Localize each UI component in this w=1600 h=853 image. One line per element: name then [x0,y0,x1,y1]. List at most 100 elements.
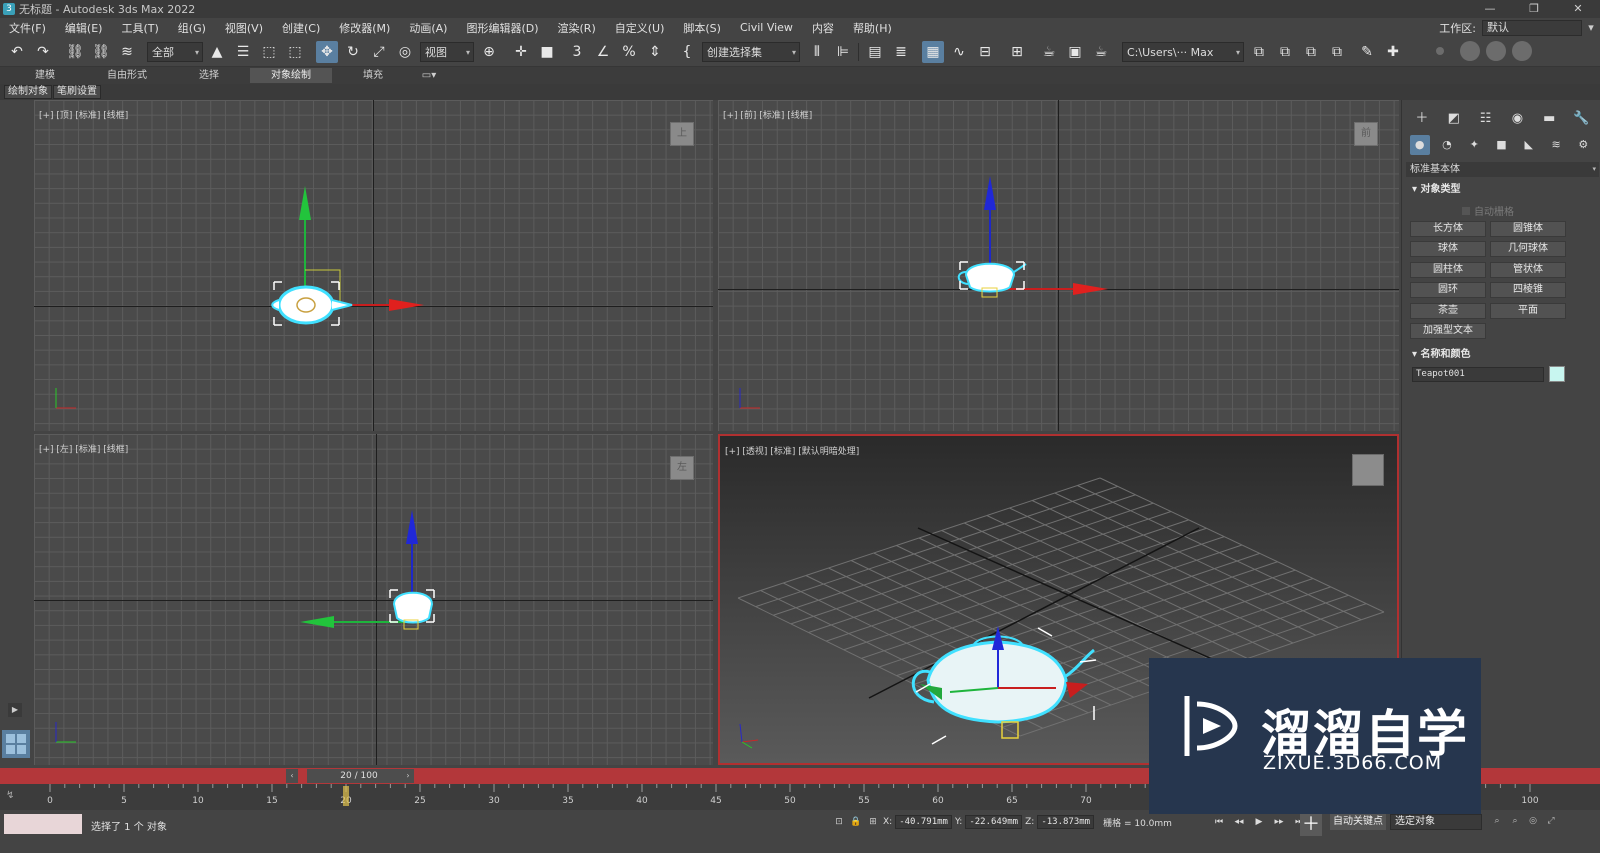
lock-selection-icon[interactable]: 🔒 [849,817,863,827]
geometry-icon[interactable]: ● [1409,135,1430,155]
menu-scripting[interactable]: 脚本(S) [674,20,731,36]
create-tab-icon[interactable]: ＋ [1411,108,1433,130]
zoom-all-icon[interactable]: ⌕ [1508,814,1522,828]
next-frame-icon[interactable]: › [402,769,414,783]
restore-button[interactable]: ❐ [1512,0,1556,18]
keyboard-shortcut-override-icon[interactable]: ■ [536,41,558,63]
menu-group[interactable]: 组(G) [169,20,216,36]
lights-icon[interactable]: ✦ [1464,135,1484,155]
render-production-icon[interactable]: ☕ [1090,41,1112,63]
select-manipulate-icon[interactable]: ✛ [510,41,532,63]
menu-help[interactable]: 帮助(H) [844,20,902,36]
key-filter-dropdown[interactable]: 选定对象 [1390,814,1482,830]
select-and-place-icon[interactable]: ◎ [394,41,416,63]
select-and-rotate-icon[interactable]: ↻ [342,41,364,63]
display-tab-icon[interactable]: ▬ [1538,108,1560,130]
mirror-icon[interactable]: ⫴ [806,41,828,63]
modify-tab-icon[interactable]: ◩ [1443,108,1465,130]
ribbon-tab-freeform[interactable]: 自由形式 [86,68,168,83]
chevron-down-icon[interactable]: ▾ [1582,21,1600,34]
geometry-category-dropdown[interactable]: 标准基本体 ▾ [1406,162,1599,177]
menu-create[interactable]: 创建(C) [273,20,330,36]
schematic-view-icon[interactable]: ⊟ [974,41,996,63]
project-folder-dropdown[interactable]: C:\Users\··· Max 2022▾ [1122,42,1244,79]
time-slider-frame[interactable]: 20 / 100 [307,769,411,783]
menu-customize[interactable]: 自定义(U) [606,20,675,36]
select-and-move-icon[interactable]: ✥ [316,41,338,63]
reference-coordinate-dropdown[interactable]: 视图 ▾ [420,42,474,62]
maximize-viewport-icon[interactable]: ⤢ [1544,814,1558,828]
menu-edit[interactable]: 编辑(E) [56,20,113,36]
expand-arrow-icon[interactable]: ▶ [8,703,22,717]
current-frame-marker[interactable] [343,786,349,806]
orbit-icon[interactable]: ◎ [1526,814,1540,828]
snaps-toggle-icon[interactable]: 3 [566,41,588,63]
window-crossing-icon[interactable]: ⬚ [284,41,306,63]
autogrid-checkbox[interactable]: 自动栅格 [1462,203,1514,218]
named-selection-dropdown[interactable]: 创建选择集 ▾ [702,42,800,62]
plane-button[interactable]: 平面 [1490,303,1566,319]
maxscript-listener[interactable] [4,814,82,834]
menu-rendering[interactable]: 渲染(R) [549,20,606,36]
previous-frame-icon[interactable]: ◂◂ [1230,814,1248,830]
viewport-left[interactable]: [+] [左] [标准] [线框] 左 [34,434,713,765]
paint-objects-panel[interactable]: 绘制对象 [4,85,52,99]
select-object-icon[interactable]: ▲ [206,41,228,63]
close-button[interactable]: ✕ [1556,0,1600,18]
object-type-rollout[interactable]: ▾ 对象类型 [1406,183,1599,197]
absolute-mode-icon[interactable]: ⊞ [866,817,880,827]
space-warps-icon[interactable]: ≋ [1546,135,1566,155]
y-coordinate-field[interactable]: -22.649mm [965,815,1023,829]
object-name-field[interactable]: Teapot001 [1412,367,1544,382]
project-settings-icon[interactable]: ⧉ [1326,41,1348,63]
minimize-button[interactable]: — [1468,0,1512,18]
pivot-center-icon[interactable]: ⊕ [478,41,500,63]
x-coordinate-field[interactable]: -40.791mm [895,815,952,829]
scene-explorer-icon[interactable]: ▤ [864,41,886,63]
menu-views[interactable]: 视图(V) [216,20,273,36]
rendered-frame-window-icon[interactable]: ▣ [1064,41,1086,63]
angle-snap-icon[interactable]: ∠ [592,41,614,63]
cameras-icon[interactable]: ■ [1491,135,1511,155]
motion-tab-icon[interactable]: ◉ [1506,108,1528,130]
pyramid-button[interactable]: 四棱锥 [1490,282,1566,298]
brush-settings-panel[interactable]: 笔刷设置 [53,85,101,99]
isolate-selection-icon[interactable]: ⊡ [832,817,846,827]
name-color-rollout[interactable]: ▾ 名称和颜色 [1406,348,1599,362]
tube-button[interactable]: 管状体 [1490,262,1566,278]
edit-named-selection-icon[interactable]: { [676,41,698,63]
workspace-dropdown[interactable]: 默认 [1482,19,1582,36]
rectangular-selection-icon[interactable]: ⬚ [258,41,280,63]
paint-brush-icon[interactable]: ✎ [1356,41,1378,63]
sphere-button[interactable]: 球体 [1410,241,1486,257]
menu-animation[interactable]: 动画(A) [400,20,457,36]
next-frame-icon[interactable]: ▸▸ [1270,814,1288,830]
menu-graph-editors[interactable]: 图形编辑器(D) [457,20,548,36]
helpers-icon[interactable]: ◣ [1519,135,1539,155]
go-to-start-icon[interactable]: ⏮ [1210,814,1228,830]
link-icon[interactable]: ⛓ [64,41,86,63]
zoom-icon[interactable]: ⌕ [1490,814,1504,828]
project-open-icon[interactable]: ⧉ [1248,41,1270,63]
viewport-front[interactable]: [+] [前] [标准] [线框] 前 [718,100,1399,431]
ribbon-toggle-icon[interactable]: ▦ [922,41,944,63]
cylinder-button[interactable]: 圆柱体 [1410,262,1486,278]
select-and-scale-icon[interactable]: ⤢ [368,41,390,63]
auto-key-button[interactable]: 自动关键点 [1330,814,1386,830]
box-button[interactable]: 长方体 [1410,221,1486,237]
menu-file[interactable]: 文件(F) [0,20,56,36]
ribbon-tab-object-paint[interactable]: 对象绘制 [250,68,332,83]
add-node-icon[interactable]: ✚ [1382,41,1404,63]
torus-button[interactable]: 圆环 [1410,282,1486,298]
menu-content[interactable]: 内容 [803,20,844,36]
ribbon-options-icon[interactable]: ▭▾ [414,68,444,83]
cone-button[interactable]: 圆锥体 [1490,221,1566,237]
select-by-name-icon[interactable]: ☰ [232,41,254,63]
project-create-icon[interactable]: ⧉ [1274,41,1296,63]
set-key-button[interactable]: ＋ [1300,814,1322,836]
curve-editor-icon[interactable]: ∿ [948,41,970,63]
curve-editor-toggle-icon[interactable]: ↯ [6,790,14,801]
viewport-top[interactable]: [+] [顶] [标准] [线框] 上 [34,100,713,431]
selection-filter-dropdown[interactable]: 全部 ▾ [147,42,203,62]
ribbon-tab-selection[interactable]: 选择 [168,68,250,83]
